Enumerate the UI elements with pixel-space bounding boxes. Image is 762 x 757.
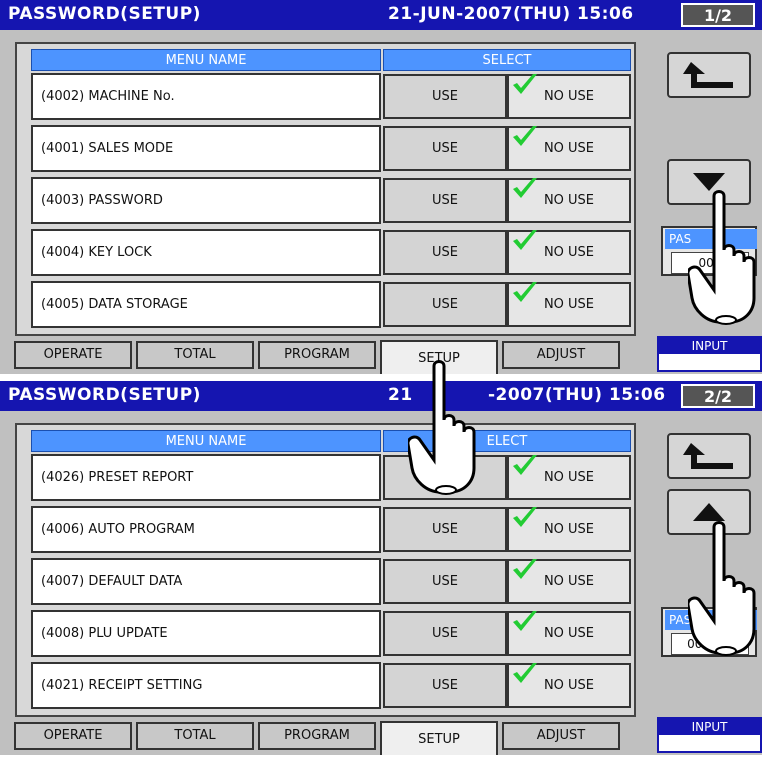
menu-panel: MENU NAME ELECT (4026) PRESET REPORT NO … — [15, 423, 636, 717]
no-use-label: NO USE — [543, 245, 595, 260]
title-bar: PASSWORD(SETUP) 21-JUN-2007(THU) 15:06 1… — [0, 0, 762, 30]
hand-pointer-icon — [688, 190, 756, 325]
check-icon — [513, 230, 537, 250]
main-area: MENU NAME ELECT (4026) PRESET REPORT NO … — [0, 411, 762, 755]
hand-pointer-icon — [688, 521, 756, 656]
row-label: (4005) DATA STORAGE — [31, 281, 381, 328]
hand-pointer-icon — [408, 360, 476, 495]
menu-row-receipt-setting: (4021) RECEIPT SETTING USE NO USE — [31, 662, 631, 709]
menu-row-sales-mode: (4001) SALES MODE USE NO USE — [31, 125, 631, 172]
back-button[interactable] — [667, 52, 751, 98]
date-time: 21-JUN-2007(THU) 15:06 — [388, 4, 634, 24]
no-use-label: NO USE — [543, 574, 595, 589]
no-use-button[interactable]: NO USE — [507, 74, 631, 119]
title-bar: PASSWORD(SETUP) 21 -2007(THU) 15:06 2/2 — [0, 381, 762, 411]
row-label: (4006) AUTO PROGRAM — [31, 506, 381, 553]
use-button[interactable]: USE — [383, 663, 507, 708]
no-use-button[interactable]: NO USE — [507, 455, 631, 500]
use-button[interactable]: USE — [383, 126, 507, 171]
tab-total[interactable]: TOTAL — [136, 341, 254, 369]
use-button[interactable]: USE — [383, 74, 507, 119]
main-area: MENU NAME SELECT (4002) MACHINE No. USE … — [0, 30, 762, 374]
check-icon — [513, 611, 537, 631]
row-label: (4026) PRESET REPORT — [31, 454, 381, 501]
row-label: (4002) MACHINE No. — [31, 73, 381, 120]
no-use-button[interactable]: NO USE — [507, 126, 631, 171]
row-label: (4001) SALES MODE — [31, 125, 381, 172]
menu-row-password: (4003) PASSWORD USE NO USE — [31, 177, 631, 224]
menu-row-key-lock: (4004) KEY LOCK USE NO USE — [31, 229, 631, 276]
no-use-button[interactable]: NO USE — [507, 559, 631, 604]
no-use-label: NO USE — [543, 193, 595, 208]
use-button[interactable]: USE — [383, 559, 507, 604]
no-use-label: NO USE — [543, 522, 595, 537]
no-use-label: NO USE — [543, 470, 595, 485]
row-label: (4008) PLU UPDATE — [31, 610, 381, 657]
no-use-button[interactable]: NO USE — [507, 230, 631, 275]
row-label: (4007) DEFAULT DATA — [31, 558, 381, 605]
input-label: INPUT — [659, 338, 760, 354]
no-use-label: NO USE — [543, 678, 595, 693]
back-arrow-icon — [683, 443, 733, 469]
password-setup-screen-page-2: PASSWORD(SETUP) 21 -2007(THU) 15:06 2/2 … — [0, 381, 762, 755]
no-use-button[interactable]: NO USE — [507, 663, 631, 708]
menu-row-auto-program: (4006) AUTO PROGRAM USE NO USE — [31, 506, 631, 553]
menu-name-header: MENU NAME — [31, 49, 381, 71]
screen-title: PASSWORD(SETUP) — [8, 4, 201, 24]
date-time-part-2: -2007(THU) 15:06 — [488, 385, 666, 405]
no-use-button[interactable]: NO USE — [507, 178, 631, 223]
tab-program[interactable]: PROGRAM — [258, 722, 376, 750]
tab-adjust[interactable]: ADJUST — [502, 341, 620, 369]
tab-operate[interactable]: OPERATE — [14, 341, 132, 369]
no-use-label: NO USE — [543, 297, 595, 312]
row-label: (4004) KEY LOCK — [31, 229, 381, 276]
back-button[interactable] — [667, 433, 751, 479]
check-icon — [513, 559, 537, 579]
tab-operate[interactable]: OPERATE — [14, 722, 132, 750]
input-box[interactable]: INPUT — [657, 336, 762, 372]
use-button[interactable]: USE — [383, 611, 507, 656]
screen-title: PASSWORD(SETUP) — [8, 385, 201, 405]
check-icon — [513, 178, 537, 198]
tab-total[interactable]: TOTAL — [136, 722, 254, 750]
input-box[interactable]: INPUT — [657, 717, 762, 753]
no-use-button[interactable]: NO USE — [507, 507, 631, 552]
menu-row-preset-report: (4026) PRESET REPORT NO USE — [31, 454, 631, 501]
page-indicator: 2/2 — [681, 384, 755, 408]
check-icon — [513, 663, 537, 683]
check-icon — [513, 74, 537, 94]
menu-row-data-storage: (4005) DATA STORAGE USE NO USE — [31, 281, 631, 328]
password-setup-screen-page-1: PASSWORD(SETUP) 21-JUN-2007(THU) 15:06 1… — [0, 0, 762, 374]
menu-row-machine-no: (4002) MACHINE No. USE NO USE — [31, 73, 631, 120]
tab-adjust[interactable]: ADJUST — [502, 722, 620, 750]
menu-name-header: MENU NAME — [31, 430, 381, 452]
page-indicator: 1/2 — [681, 3, 755, 27]
no-use-label: NO USE — [543, 89, 595, 104]
tab-setup[interactable]: SETUP — [380, 721, 498, 755]
menu-row-plu-update: (4008) PLU UPDATE USE NO USE — [31, 610, 631, 657]
tab-program[interactable]: PROGRAM — [258, 341, 376, 369]
input-label: INPUT — [659, 719, 760, 735]
check-icon — [513, 507, 537, 527]
no-use-button[interactable]: NO USE — [507, 611, 631, 656]
use-button[interactable]: USE — [383, 178, 507, 223]
no-use-label: NO USE — [543, 626, 595, 641]
check-icon — [513, 282, 537, 302]
row-label: (4003) PASSWORD — [31, 177, 381, 224]
menu-panel: MENU NAME SELECT (4002) MACHINE No. USE … — [15, 42, 636, 336]
use-button[interactable]: USE — [383, 230, 507, 275]
no-use-label: NO USE — [543, 141, 595, 156]
check-icon — [513, 455, 537, 475]
use-button[interactable]: USE — [383, 282, 507, 327]
no-use-button[interactable]: NO USE — [507, 282, 631, 327]
back-arrow-icon — [683, 62, 733, 88]
row-label: (4021) RECEIPT SETTING — [31, 662, 381, 709]
check-icon — [513, 126, 537, 146]
select-header: SELECT — [383, 49, 631, 71]
menu-row-default-data: (4007) DEFAULT DATA USE NO USE — [31, 558, 631, 605]
use-button[interactable]: USE — [383, 507, 507, 552]
